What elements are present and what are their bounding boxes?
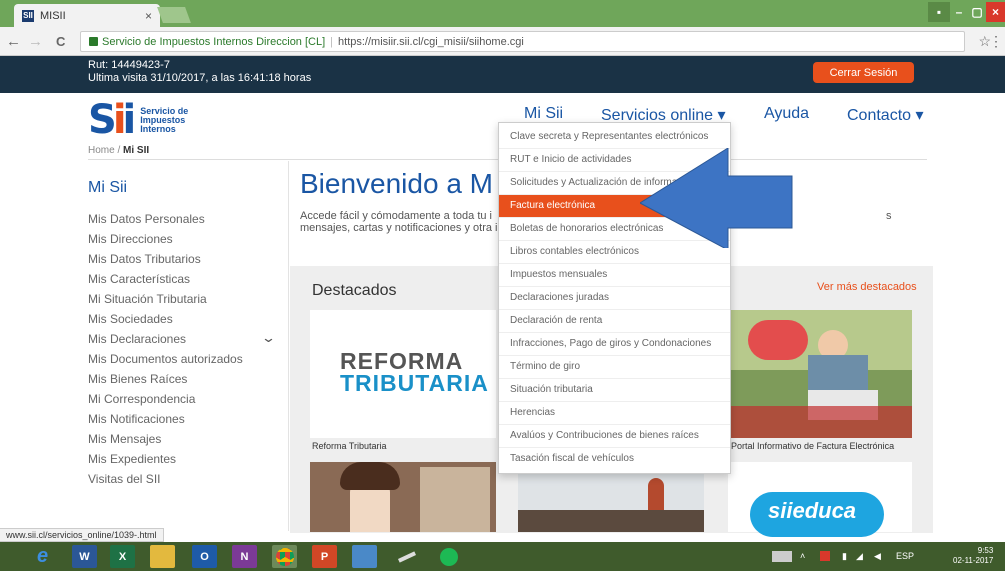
breadcrumb-separator: /	[117, 145, 121, 156]
window-maximize-button[interactable]: ▢	[968, 2, 986, 22]
welcome-heading: Bienvenido a M	[300, 168, 494, 199]
language-indicator[interactable]: ESP	[896, 551, 914, 561]
breadcrumb-current: Mi SII	[123, 145, 150, 156]
tab-close-icon[interactable]: ×	[145, 9, 152, 23]
word-icon[interactable]: W	[72, 545, 97, 568]
see-more-link[interactable]: Ver más destacados	[817, 281, 917, 293]
user-profile-icon[interactable]: ▪	[928, 2, 950, 22]
internet-explorer-icon[interactable]: e	[30, 545, 55, 568]
new-tab-button[interactable]	[157, 7, 191, 23]
back-icon[interactable]: ←	[6, 33, 21, 50]
sidebar-item-notificaciones[interactable]: Mis Notificaciones	[88, 412, 185, 426]
browser-titlebar: SII MISII × ▪ – ▢ ×	[0, 0, 1005, 27]
reload-icon[interactable]: C	[56, 34, 65, 49]
outlook-icon[interactable]: O	[192, 545, 217, 568]
sii-logo-mark: Sii	[88, 97, 136, 143]
menu-item-herencias[interactable]: Herencias	[499, 402, 730, 425]
menu-item-avaluos[interactable]: Avalúos y Contribuciones de bienes raíce…	[499, 425, 730, 448]
tab-title: MISII	[40, 9, 66, 22]
excel-icon[interactable]: X	[110, 545, 135, 568]
sidebar-item-caracteristicas[interactable]: Mis Características	[88, 272, 190, 286]
window-close-button[interactable]: ×	[986, 2, 1005, 22]
sidebar-item-sociedades[interactable]: Mis Sociedades	[88, 312, 173, 326]
session-bar: Rut: 14449423-7 Ultima visita 31/10/2017…	[0, 56, 1005, 93]
last-visit-text: Ultima visita 31/10/2017, a las 16:41:18…	[88, 72, 312, 84]
nav-mi-sii[interactable]: Mi Sii	[524, 105, 563, 123]
menu-item-termino-giro[interactable]: Término de giro	[499, 356, 730, 379]
signal-icon[interactable]: ◢	[856, 551, 863, 562]
logout-button[interactable]: Cerrar Sesión	[813, 62, 914, 83]
sii-favicon-icon: SII	[22, 9, 34, 22]
tray-up-arrow-icon[interactable]: ˄	[800, 551, 805, 561]
sidebar-item-mensajes[interactable]: Mis Mensajes	[88, 432, 161, 446]
menu-item-declaraciones-juradas[interactable]: Declaraciones juradas	[499, 287, 730, 310]
spotify-icon[interactable]	[436, 545, 461, 568]
menu-item-impuestos-mensuales[interactable]: Impuestos mensuales	[499, 264, 730, 287]
battery-icon[interactable]: ▮	[842, 551, 847, 562]
menu-item-tasacion-vehiculos[interactable]: Tasación fiscal de vehículos	[499, 448, 730, 471]
address-bar[interactable]: Servicio de Impuestos Internos Direccion…	[80, 31, 965, 52]
file-explorer-icon[interactable]	[150, 545, 175, 568]
chevron-down-icon[interactable]: ⌄	[261, 330, 276, 346]
featured-card-educa[interactable]: siieduca	[728, 462, 912, 537]
sidebar-item-documentos-autorizados[interactable]: Mis Documentos autorizados	[88, 352, 243, 366]
lock-icon	[89, 37, 98, 46]
sidebar-item-bienes-raices[interactable]: Mis Bienes Raíces	[88, 372, 187, 386]
scanner-icon[interactable]	[394, 545, 419, 568]
site-identity: Servicio de Impuestos Internos Direccion…	[102, 35, 326, 48]
chrome-icon[interactable]	[272, 545, 297, 568]
menu-item-declaracion-renta[interactable]: Declaración de renta	[499, 310, 730, 333]
sidebar-item-visitas[interactable]: Visitas del SII	[88, 472, 160, 486]
featured-photo-factura[interactable]	[728, 310, 912, 438]
featured-title: Destacados	[312, 282, 397, 299]
rut-text: Rut: 14449423-7	[88, 59, 170, 71]
caption-reforma[interactable]: Reforma Tributaria	[312, 441, 387, 451]
keyboard-icon[interactable]	[772, 551, 792, 562]
sii-logo-text: Servicio de Impuestos Internos	[140, 105, 189, 134]
address-url: https://misiir.sii.cl/cgi_misii/siihome.…	[338, 35, 524, 48]
featured-photo-store[interactable]	[310, 462, 496, 532]
educa-logo-text: siieduca	[768, 498, 857, 523]
window-minimize-button[interactable]: –	[950, 2, 968, 22]
nav-ayuda[interactable]: Ayuda	[764, 105, 809, 123]
address-separator: |	[330, 35, 334, 48]
sidebar-divider	[288, 161, 289, 531]
status-bar-url: www.sii.cl/servicios_online/1039-.html	[0, 528, 164, 542]
browser-tab[interactable]: SII MISII ×	[14, 4, 160, 27]
taskbar-clock[interactable]: 9:53 02-11-2017	[953, 546, 993, 566]
sidebar-item-correspondencia[interactable]: Mi Correspondencia	[88, 392, 195, 406]
sidebar-item-expedientes[interactable]: Mis Expedientes	[88, 452, 176, 466]
menu-item-infracciones[interactable]: Infracciones, Pago de giros y Condonacio…	[499, 333, 730, 356]
sidebar-item-direcciones[interactable]: Mis Direcciones	[88, 232, 173, 246]
sidebar-item-datos-personales[interactable]: Mis Datos Personales	[88, 212, 205, 226]
menu-item-situacion-tributaria[interactable]: Situación tributaria	[499, 379, 730, 402]
onenote-icon[interactable]: N	[232, 545, 257, 568]
session-info: Rut: 14449423-7 Ultima visita 31/10/2017…	[88, 59, 311, 85]
nav-contacto[interactable]: Contacto ▾	[847, 105, 924, 125]
powerpoint-icon[interactable]: P	[312, 545, 337, 568]
menu-item-clave-secreta[interactable]: Clave secreta y Representantes electróni…	[499, 126, 730, 149]
annotation-arrow-icon	[640, 148, 793, 248]
browser-toolbar: ← → C Servicio de Impuestos Internos Dir…	[0, 27, 1005, 56]
caption-factura[interactable]: Portal Informativo de Factura Electrónic…	[731, 441, 894, 451]
volume-icon[interactable]: ◀	[874, 551, 881, 562]
tray-app-icon[interactable]	[820, 551, 830, 561]
intro-text: Accede fácil y cómodamente a toda tu i m…	[300, 210, 498, 234]
sidebar-item-situacion-tributaria[interactable]: Mi Situación Tributaria	[88, 292, 207, 306]
sidebar-title: Mi Sii	[88, 179, 128, 196]
featured-photo-conference[interactable]	[518, 470, 704, 532]
chrome-menu-icon[interactable]: ⋮	[989, 33, 1003, 50]
intro-text-tail: s	[886, 210, 892, 222]
breadcrumb-home[interactable]: Home	[88, 145, 115, 156]
windows-taskbar: e W X O N P ˄ ▮ ◢ ◀ ESP	[0, 542, 1005, 571]
forward-icon[interactable]: →	[28, 33, 43, 50]
sidebar-item-declaraciones[interactable]: Mis Declaraciones	[88, 332, 186, 346]
reforma-banner: REFORMA TRIBUTARIA	[340, 348, 489, 396]
breadcrumb: Home / Mi SII	[88, 145, 149, 156]
sii-logo[interactable]: Sii Servicio de Impuestos Internos	[88, 100, 188, 140]
control-panel-icon[interactable]	[352, 545, 377, 568]
sidebar-item-datos-tributarios[interactable]: Mis Datos Tributarios	[88, 252, 201, 266]
